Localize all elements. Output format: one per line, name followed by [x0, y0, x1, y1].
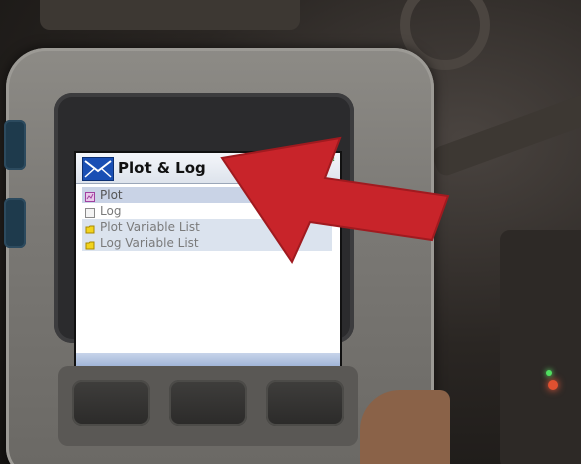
annotation-arrow: [220, 136, 450, 265]
photo-scene: Plot & Log ▮▮ ✱ Plot: [0, 0, 581, 464]
hand: [360, 390, 450, 464]
